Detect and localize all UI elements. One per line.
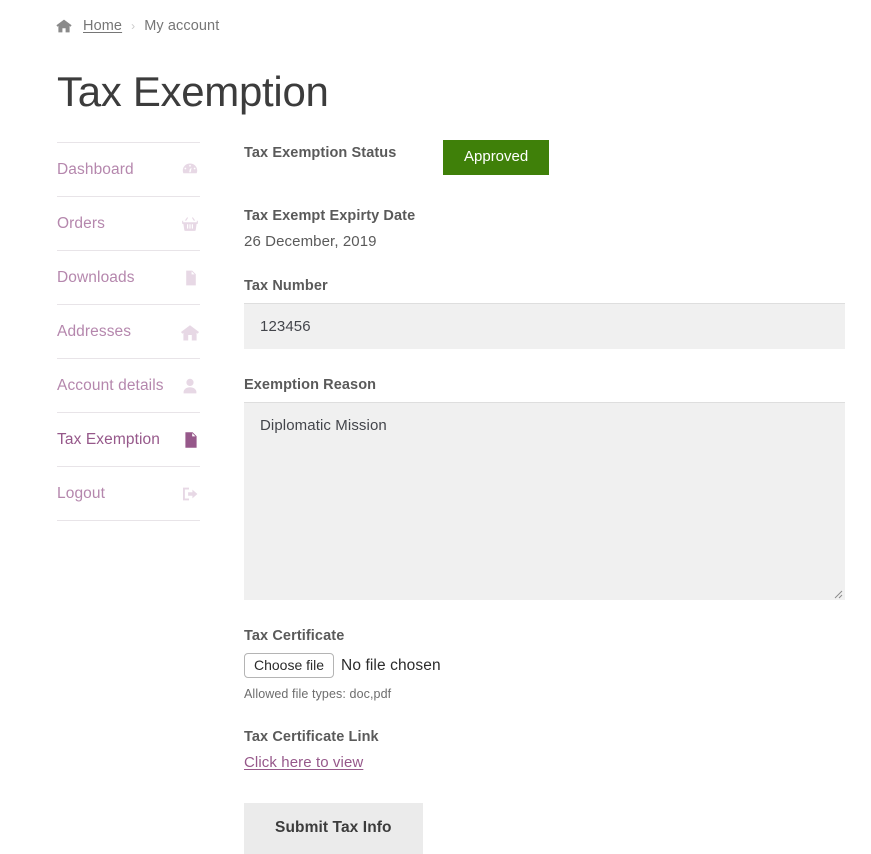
sidebar-item-label: Tax Exemption [57, 431, 160, 449]
tax-number-block: Tax Number [244, 278, 871, 349]
basket-icon [180, 214, 200, 234]
house-icon [180, 322, 200, 342]
status-badge: Approved [443, 140, 549, 175]
tax-expiry-label: Tax Exempt Expirty Date [244, 208, 871, 224]
allowed-file-types-text: Allowed file types: doc,pdf [244, 687, 871, 701]
tax-exemption-form: Tax Exemption Status Approved Tax Exempt… [244, 140, 871, 854]
tax-expiry-value: 26 December, 2019 [244, 233, 871, 250]
tax-number-label: Tax Number [244, 278, 871, 294]
user-icon [180, 376, 200, 396]
tax-certificate-link-label: Tax Certificate Link [244, 729, 871, 745]
tax-number-input[interactable] [244, 303, 845, 349]
home-icon [56, 19, 72, 33]
sidebar-item-label: Addresses [57, 323, 131, 341]
tax-certificate-block: Tax Certificate Choose file No file chos… [244, 628, 871, 701]
exemption-reason-block: Exemption Reason [244, 377, 871, 600]
sidebar-item-label: Downloads [57, 269, 135, 287]
account-page: Home › My account Tax Exemption Dashboar… [0, 0, 871, 850]
sidebar-item-label: Orders [57, 215, 105, 233]
sidebar-item-account-details[interactable]: Account details [57, 359, 200, 413]
sidebar-item-dashboard[interactable]: Dashboard [57, 143, 200, 197]
exemption-reason-textarea[interactable] [244, 402, 845, 600]
sidebar-item-downloads[interactable]: Downloads [57, 251, 200, 305]
tax-expiry-block: Tax Exempt Expirty Date 26 December, 201… [244, 208, 871, 250]
sidebar-item-logout[interactable]: Logout [57, 467, 200, 521]
breadcrumb-current: My account [144, 18, 219, 34]
breadcrumb: Home › My account [56, 18, 219, 34]
sidebar-item-label: Logout [57, 485, 105, 503]
sidebar-item-orders[interactable]: Orders [57, 197, 200, 251]
gauge-icon [180, 160, 200, 180]
signout-icon [180, 484, 200, 504]
page-title: Tax Exemption [57, 66, 329, 118]
submit-tax-info-button[interactable]: Submit Tax Info [244, 803, 423, 854]
choose-file-button[interactable]: Choose file [244, 653, 334, 678]
account-sidebar: Dashboard Orders Downloads [57, 142, 200, 521]
file-input-row: Choose file No file chosen [244, 653, 871, 678]
tax-certificate-link-block: Tax Certificate Link Click here to view [244, 729, 871, 772]
sidebar-item-label: Account details [57, 377, 164, 395]
sidebar-item-label: Dashboard [57, 161, 134, 179]
view-certificate-link[interactable]: Click here to view [244, 754, 363, 771]
tax-certificate-label: Tax Certificate [244, 628, 871, 644]
download-icon [180, 268, 200, 288]
sidebar-item-tax-exemption[interactable]: Tax Exemption [57, 413, 200, 467]
tax-exemption-status-row: Tax Exemption Status Approved [244, 140, 871, 180]
sidebar-item-addresses[interactable]: Addresses [57, 305, 200, 359]
breadcrumb-home-link[interactable]: Home [83, 18, 122, 34]
document-icon [180, 430, 200, 450]
breadcrumb-separator-icon: › [131, 19, 135, 33]
exemption-reason-label: Exemption Reason [244, 377, 871, 393]
tax-exemption-status-label: Tax Exemption Status [244, 140, 443, 161]
file-status-text: No file chosen [341, 657, 441, 675]
